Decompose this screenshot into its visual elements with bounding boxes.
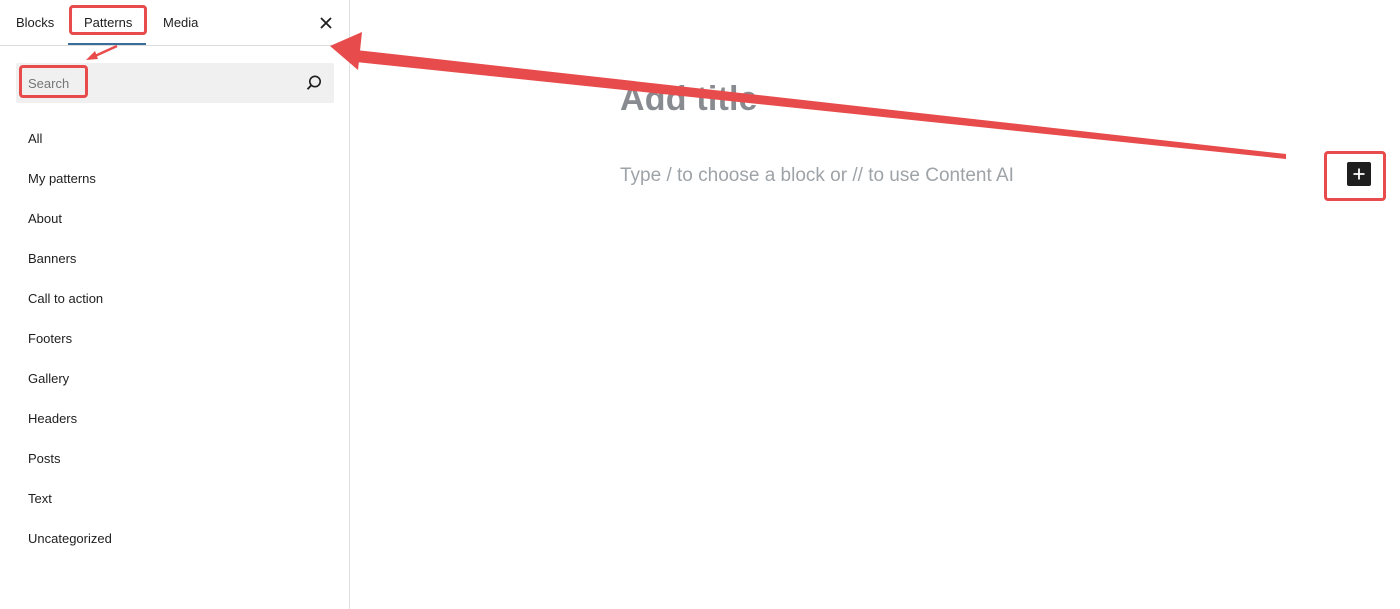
- inserter-tabs: Blocks Patterns Media: [0, 0, 349, 46]
- active-tab-indicator: [68, 43, 146, 45]
- category-about[interactable]: About: [0, 199, 350, 239]
- tab-patterns[interactable]: Patterns: [84, 0, 132, 46]
- category-footers[interactable]: Footers: [0, 319, 350, 359]
- block-inserter-sidebar: Blocks Patterns Media All My patterns Ab…: [0, 0, 350, 609]
- category-text[interactable]: Text: [0, 479, 350, 519]
- category-my-patterns[interactable]: My patterns: [0, 159, 350, 199]
- pattern-search: [16, 63, 334, 103]
- pattern-category-list: All My patterns About Banners Call to ac…: [0, 119, 350, 559]
- default-block-appender[interactable]: Type / to choose a block or // to use Co…: [620, 165, 1014, 187]
- category-call-to-action[interactable]: Call to action: [0, 279, 350, 319]
- search-input[interactable]: [16, 63, 286, 103]
- add-block-button[interactable]: [1347, 162, 1371, 186]
- tab-blocks[interactable]: Blocks: [16, 0, 54, 46]
- post-title-input[interactable]: Add title: [620, 80, 758, 119]
- editor-canvas: Add title Type / to choose a block or //…: [351, 0, 1400, 609]
- tab-media[interactable]: Media: [163, 0, 198, 46]
- category-posts[interactable]: Posts: [0, 439, 350, 479]
- category-banners[interactable]: Banners: [0, 239, 350, 279]
- search-icon[interactable]: [304, 73, 324, 93]
- close-icon: [320, 17, 332, 29]
- plus-icon: [1353, 168, 1365, 180]
- category-headers[interactable]: Headers: [0, 399, 350, 439]
- category-uncategorized[interactable]: Uncategorized: [0, 519, 350, 559]
- close-button[interactable]: [314, 11, 338, 35]
- category-all[interactable]: All: [0, 119, 350, 159]
- category-gallery[interactable]: Gallery: [0, 359, 350, 399]
